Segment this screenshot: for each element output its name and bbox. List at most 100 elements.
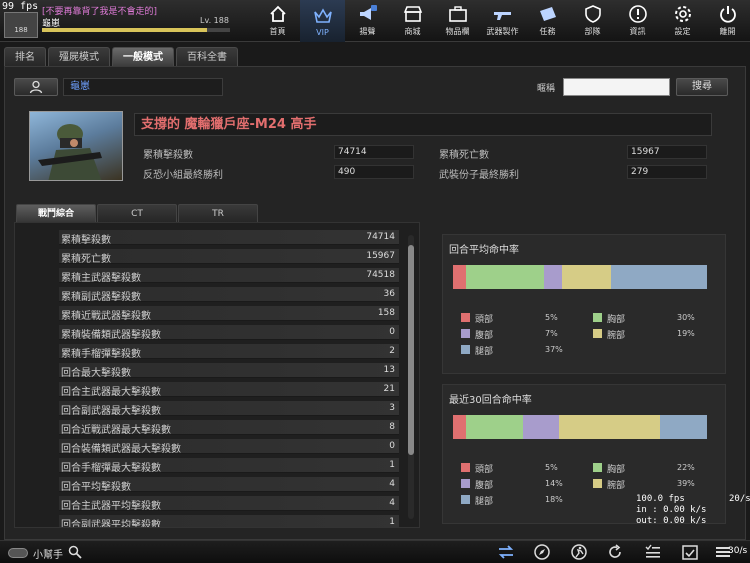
stat-row: 回合平均擊殺數 4 [59,477,399,493]
stat-row: 累積近戰武器擊殺數 158 [59,306,399,322]
legend-swatch-arm [593,479,602,488]
hit-rate-panel-average: 回合平均命中率 頭部 5% 胸部 30% 腹部 7% 腕部 19% 腿部 37% [442,234,726,374]
stat-row-label: 回合主武器平均擊殺數 [61,501,161,512]
nickname-label: 暱稱 [537,84,556,94]
nav-exit[interactable]: 離開 [705,0,750,42]
legend-swatch-chest [593,463,602,472]
helper-label: 小幫手 [33,550,63,561]
list-check-icon[interactable] [644,543,662,561]
legend-percent: 19% [677,329,695,338]
nav-settings[interactable]: 設定 [660,0,705,42]
stat-row-label: 累積主武器擊殺數 [61,273,141,284]
nav-missions[interactable]: 任務 [525,0,570,42]
stat-row: 回合手榴彈最大擊殺數 1 [59,458,399,474]
hit-segment-arm [561,265,612,289]
footer-rate: 30/s [728,546,748,556]
stat-row-label: 累積死亡數 [61,254,111,265]
hit-panel-title: 回合平均命中率 [449,245,519,256]
network-overlay: 100.0 fps in : 0.00 k/s out: 0.00 k/s [636,494,706,527]
stat-row: 累積副武器擊殺數 36 [59,287,399,303]
stat-row-value: 13 [383,365,395,375]
legend-percent: 39% [677,479,695,488]
nav-vip-label: VIP [316,28,329,37]
stat-row-value: 8 [389,422,395,432]
legend-percent: 30% [677,313,695,322]
tab-encyclopedia[interactable]: 百科全書 [176,47,238,67]
runner-icon[interactable] [570,543,588,561]
legend-label: 腕部 [607,331,626,341]
subtab-combat-summary[interactable]: 戰鬥綜合 [16,204,96,222]
home-icon [269,5,286,22]
stat-row-value: 4 [389,479,395,489]
legend-label: 腿部 [475,497,494,507]
nav-inventory[interactable]: 物品欄 [435,0,480,42]
exp-bar [42,28,230,32]
ticket-icon [539,7,556,21]
nav-home-label: 首頁 [269,27,286,36]
shield-icon [584,5,601,23]
hit-segment-chest [465,415,523,439]
legend-label: 腕部 [607,481,626,491]
legend-label: 腹部 [475,331,494,341]
hit-segment-belly [522,415,560,439]
legend-swatch-leg [461,495,470,504]
stat-row: 回合副武器最大擊殺數 3 [59,401,399,417]
crown-icon [313,8,332,23]
tab-normal-mode[interactable]: 一般模式 [112,47,174,67]
top-bar: 99 fps 188 [不要再靠背了我是不會走的] 龜崽 Lv. 188 首頁 … [0,0,750,42]
stats-scrollbar[interactable] [408,235,414,519]
stat-row-value: 4 [389,498,395,508]
nav-megaphone[interactable]: 揚聲 [345,0,390,42]
refresh-icon[interactable] [606,543,624,561]
stat-row-label: 累積近戰武器擊殺數 [61,311,151,322]
legend-label: 頭部 [475,315,494,325]
nav-shop-label: 商城 [404,27,421,36]
compass-icon[interactable] [533,543,551,561]
fps-counter: 99 fps [2,1,39,12]
soldier-avatar-image [38,124,102,180]
stat-row-label: 累積擊殺數 [61,235,111,246]
profile-stat-label: 反恐小組最終勝利 [143,170,223,181]
stat-row-label: 累積手榴彈擊殺數 [61,349,141,360]
stat-row-label: 累積副武器擊殺數 [61,292,141,303]
subtab-tr[interactable]: TR [178,204,258,222]
stat-row-value: 21 [383,384,395,394]
gun-icon [493,12,511,20]
subtab-ct[interactable]: CT [97,204,177,222]
info-icon [628,5,647,23]
nav-shop[interactable]: 商城 [390,0,435,42]
stat-row-value: 3 [389,403,395,413]
legend-percent: 5% [545,463,558,472]
stat-row-value: 1 [389,517,395,527]
profile-stat-label: 累積死亡數 [439,150,489,161]
nav-info[interactable]: 資訊 [615,0,660,42]
stat-row: 回合主武器平均擊殺數 4 [59,496,399,512]
stat-row-value: 15967 [366,251,395,261]
legend-percent: 14% [545,479,563,488]
calendar-check-icon[interactable] [681,543,699,561]
nav-missions-label: 任務 [539,27,556,36]
stat-row-label: 回合主武器最大擊殺數 [61,387,161,398]
overlay-fps: 100.0 fps [636,494,685,504]
swap-icon[interactable] [497,543,515,561]
legend-swatch-belly [461,479,470,488]
player-level: Lv. 188 [200,16,229,25]
nav-home[interactable]: 首頁 [255,0,300,42]
nav-settings-label: 設定 [674,27,691,36]
search-button[interactable]: 搜尋 [676,78,728,96]
search-icon[interactable] [67,544,83,560]
user-button[interactable] [14,78,58,96]
nickname-search-input[interactable] [563,78,670,96]
stats-scroll-thumb[interactable] [408,245,414,455]
profile-stat-label: 武裝份子最終勝利 [439,170,519,181]
tab-ranking[interactable]: 排名 [4,47,46,67]
nav-vip[interactable]: VIP [300,0,345,42]
legend-label: 胸部 [607,315,626,325]
nav-megaphone-label: 揚聲 [359,27,376,36]
tab-zombie-mode[interactable]: 殭屍模式 [48,47,110,67]
helper-toggle[interactable] [8,548,28,558]
nav-weapon-craft[interactable]: 武器製作 [480,0,525,42]
nav-clan[interactable]: 部隊 [570,0,615,42]
power-icon [719,6,736,23]
stat-row-value: 74518 [366,270,395,280]
